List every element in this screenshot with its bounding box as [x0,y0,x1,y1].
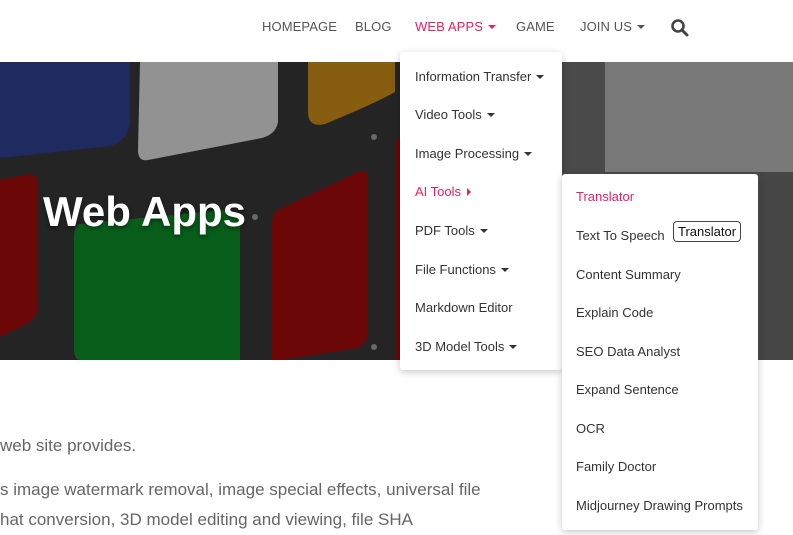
chevron-down-icon [488,25,496,29]
menu-item-markdown-editor[interactable]: Markdown Editor [415,300,513,315]
submenu-item-text-to-speech[interactable]: Text To Speech [576,228,665,243]
nav-game[interactable]: GAME [516,19,555,34]
chevron-down-icon [509,345,518,349]
chevron-down-icon [636,25,645,29]
body-text-line: s image watermark removal, image special… [0,480,481,499]
chevron-down-icon [524,152,533,156]
submenu-item-translator[interactable]: Translator [576,189,634,204]
menu-item-label: Markdown Editor [415,300,513,315]
search-icon[interactable] [670,18,690,38]
nav-blog[interactable]: BLOG [355,19,392,34]
nav-blog-label: BLOG [355,19,392,34]
nav-homepage-label: HOMEPAGE [262,19,337,34]
nav-web-apps[interactable]: WEB APPS [415,19,496,34]
menu-item-video-tools[interactable]: Video Tools [415,107,495,122]
nav-join-us[interactable]: JOIN US [580,19,645,34]
menu-item-file-functions[interactable]: File Functions [415,262,509,277]
nav-game-label: GAME [516,19,555,34]
menu-item-label: Video Tools [415,107,482,122]
menu-item-image-processing[interactable]: Image Processing [415,146,533,161]
chevron-down-icon [536,75,545,79]
menu-item-label: PDF Tools [415,223,475,238]
submenu-item-ocr[interactable]: OCR [576,421,605,436]
tooltip: Translator [673,221,742,242]
menu-item-pdf-tools[interactable]: PDF Tools [415,223,488,238]
menu-item-label: AI Tools [415,184,462,199]
menu-item-3d-model-tools[interactable]: 3D Model Tools [415,339,518,354]
submenu-item-midjourney-drawing-prompts[interactable]: Midjourney Drawing Prompts [576,498,743,513]
chevron-down-icon [479,229,488,233]
page-title: Web Apps [43,188,247,235]
body-text-line: hat conversion, 3D model editing and vie… [0,510,413,529]
submenu-item-family-doctor[interactable]: Family Doctor [576,459,656,474]
submenu-item-content-summary[interactable]: Content Summary [576,267,681,282]
chevron-right-icon [467,188,472,196]
top-navbar: HOMEPAGE BLOG WEB APPS GAME JOIN US [0,0,793,62]
body-text-line: web site provides. [0,436,137,455]
menu-item-label: File Functions [415,262,496,277]
submenu-item-explain-code[interactable]: Explain Code [576,305,653,320]
submenu-item-expand-sentence[interactable]: Expand Sentence [576,382,679,397]
chevron-down-icon [500,268,509,272]
submenu-item-seo-data-analyst[interactable]: SEO Data Analyst [576,344,680,359]
menu-item-ai-tools[interactable]: AI Tools [415,184,472,199]
nav-homepage[interactable]: HOMEPAGE [262,19,337,34]
menu-item-label: Image Processing [415,146,520,161]
menu-item-information-transfer[interactable]: Information Transfer [415,69,545,84]
menu-item-label: 3D Model Tools [415,339,505,354]
menu-item-label: Information Transfer [415,69,532,84]
nav-web-apps-label: WEB APPS [415,19,483,34]
web-apps-dropdown-menu: Information Transfer Video Tools Image P… [400,52,562,370]
nav-join-us-label: JOIN US [580,19,632,34]
chevron-down-icon [486,113,495,117]
